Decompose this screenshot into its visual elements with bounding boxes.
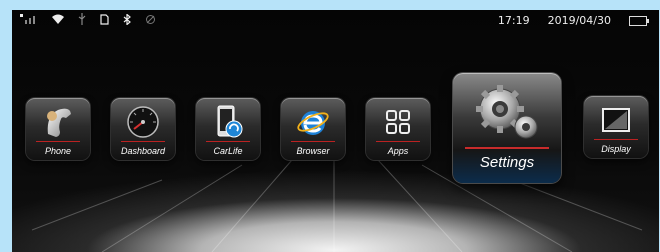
bluetooth-icon (123, 12, 131, 28)
phone-icon (40, 104, 76, 140)
car-home-screen: 17:19 2019/04/30 Phone Dashboard CarLife… (12, 10, 659, 252)
app-label: Apps (387, 146, 409, 156)
wifi-icon (52, 14, 64, 27)
app-browser[interactable]: Browser (281, 98, 345, 160)
display-underline (594, 139, 638, 140)
app-settings[interactable]: Settings (453, 73, 561, 183)
app-dashboard[interactable]: Dashboard (111, 98, 175, 160)
settings-underline (465, 147, 549, 149)
dashboard-underline (121, 141, 165, 142)
browser-underline (291, 141, 335, 142)
app-label: Settings (479, 154, 535, 171)
carlife-icon (210, 104, 246, 140)
speedometer-icon (125, 104, 161, 140)
app-phone[interactable]: Phone (26, 98, 90, 160)
app-label: Display (601, 144, 631, 154)
app-label: Browser (296, 146, 330, 156)
browser-icon (295, 104, 331, 140)
status-icons-left (20, 12, 156, 28)
app-label: CarLife (213, 146, 243, 156)
carlife-underline (206, 141, 250, 142)
battery-icon (629, 15, 649, 26)
sim-icon (100, 13, 109, 28)
phone-underline (36, 141, 80, 142)
status-date: 2019/04/30 (547, 14, 611, 27)
display-icon (598, 102, 634, 138)
app-display[interactable]: Display (584, 96, 648, 158)
usb-icon (78, 13, 86, 28)
app-apps[interactable]: Apps (366, 98, 430, 160)
status-right: 17:19 2019/04/30 (497, 14, 649, 27)
gear-icon (472, 81, 542, 145)
apps-grid-icon (380, 104, 416, 140)
app-label: Dashboard (120, 146, 166, 156)
status-bar: 17:19 2019/04/30 (12, 10, 659, 34)
apps-underline (376, 141, 420, 142)
app-label: Phone (44, 146, 72, 156)
app-carlife[interactable]: CarLife (196, 98, 260, 160)
signal-icon (20, 14, 38, 27)
gps-icon (145, 14, 156, 28)
status-time: 17:19 (497, 14, 530, 27)
